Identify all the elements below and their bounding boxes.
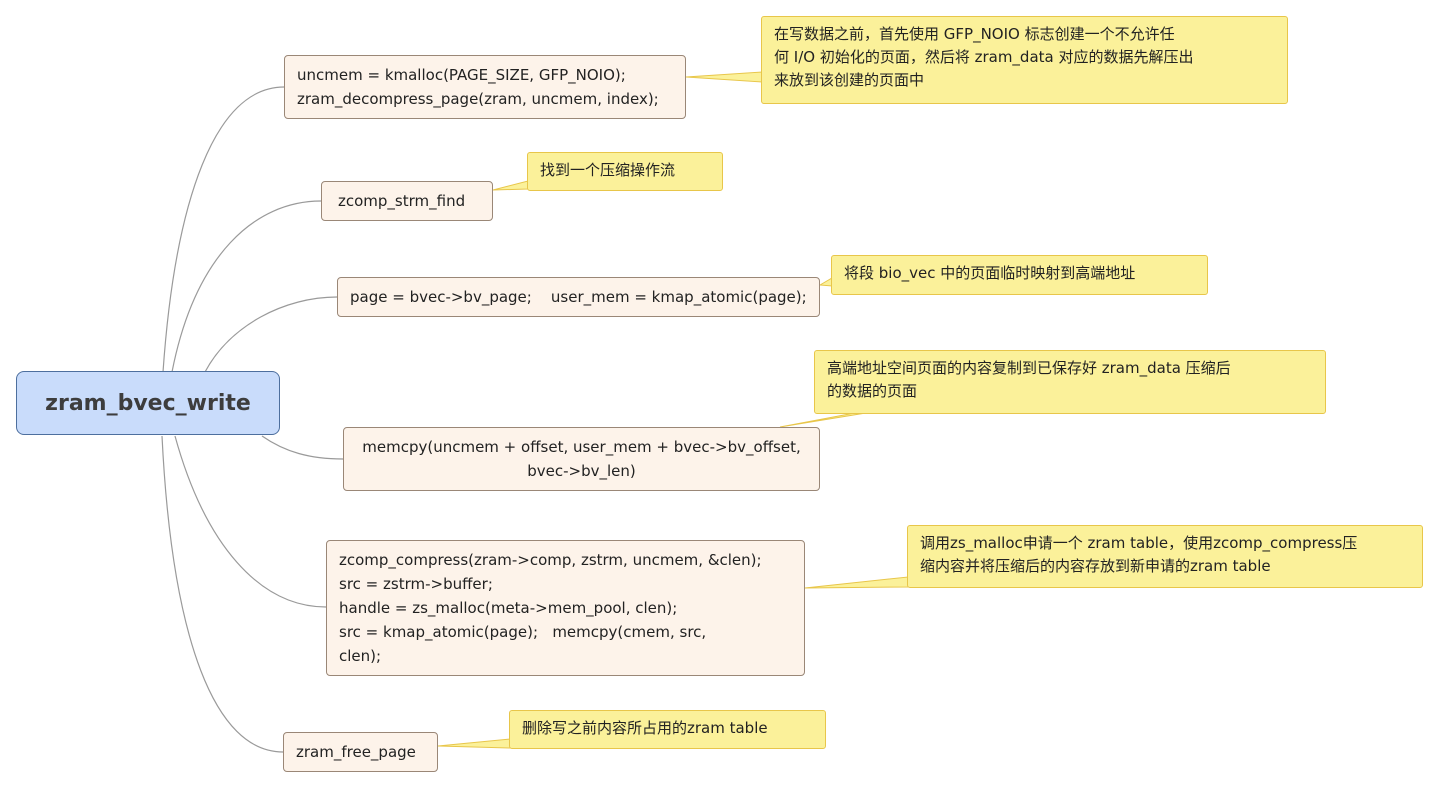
step-node-free-page[interactable]: zram_free_page [283,732,438,772]
branch-line-3 [204,296,338,373]
code-line: page = bvec->bv_page; user_mem = kmap_at… [350,288,807,306]
step-node-compress[interactable]: zcomp_compress(zram->comp, zstrm, uncmem… [326,540,805,676]
code-line: bvec->bv_len) [527,462,636,480]
note-line: 调用zs_malloc申请一个 zram table，使用zcomp_compr… [920,534,1358,552]
branch-line-5 [174,435,327,608]
code-line: zcomp_compress(zram->comp, zstrm, uncmem… [339,551,762,569]
branch-line-2 [171,200,322,373]
note-line: 的数据的页面 [827,382,918,400]
code-line: zram_decompress_page(zram, uncmem, index… [297,90,659,108]
note-line: 将段 bio_vec 中的页面临时映射到高端地址 [844,264,1136,282]
note-callout-2 [492,180,529,191]
note-callout-6 [437,738,511,749]
note-strm-find[interactable]: 找到一个压缩操作流 [527,152,723,191]
step-node-strm-find[interactable]: zcomp_strm_find [321,181,493,221]
note-line: 在写数据之前，首先使用 GFP_NOIO 标志创建一个不允许任 [774,25,1175,43]
note-callout-1 [685,71,763,83]
code-line: handle = zs_malloc(meta->mem_pool, clen)… [339,599,678,617]
note-line: 来放到该创建的页面中 [774,71,925,89]
note-line: 高端地址空间页面的内容复制到已保存好 zram_data 压缩后 [827,359,1231,377]
note-memcpy[interactable]: 高端地址空间页面的内容复制到已保存好 zram_data 压缩后 的数据的页面 [814,350,1326,414]
code-line: zram_free_page [296,743,416,761]
branch-line-4 [261,435,344,460]
branch-line-6 [161,435,284,753]
note-free-page[interactable]: 删除写之前内容所占用的zram table [509,710,826,749]
note-callout-4 [779,411,873,428]
note-compress[interactable]: 调用zs_malloc申请一个 zram table，使用zcomp_compr… [907,525,1423,588]
branch-line-1 [162,86,285,373]
step-node-kmap[interactable]: page = bvec->bv_page; user_mem = kmap_at… [337,277,820,317]
note-kmap[interactable]: 将段 bio_vec 中的页面临时映射到高端地址 [831,255,1208,295]
code-line: uncmem = kmalloc(PAGE_SIZE, GFP_NOIO); [297,66,626,84]
code-line: src = zstrm->buffer; [339,575,493,593]
note-line: 何 I/O 初始化的页面，然后将 zram_data 对应的数据先解压出 [774,48,1194,66]
root-label: zram_bvec_write [45,390,251,416]
root-node[interactable]: zram_bvec_write [16,371,280,435]
note-line: 找到一个压缩操作流 [540,161,676,179]
code-line: zcomp_strm_find [338,192,466,210]
note-kmalloc[interactable]: 在写数据之前，首先使用 GFP_NOIO 标志创建一个不允许任 何 I/O 初始… [761,16,1288,104]
code-line: src = kmap_atomic(page); memcpy(cmem, sr… [339,623,707,641]
code-line: memcpy(uncmem + offset, user_mem + bvec-… [362,438,801,456]
code-line: clen); [339,647,382,665]
step-node-kmalloc[interactable]: uncmem = kmalloc(PAGE_SIZE, GFP_NOIO); z… [284,55,686,119]
note-line: 缩内容并将压缩后的内容存放到新申请的zram table [920,557,1271,575]
note-line: 删除写之前内容所占用的zram table [522,719,768,737]
step-node-memcpy[interactable]: memcpy(uncmem + offset, user_mem + bvec-… [343,427,820,491]
note-callout-5 [804,576,909,589]
